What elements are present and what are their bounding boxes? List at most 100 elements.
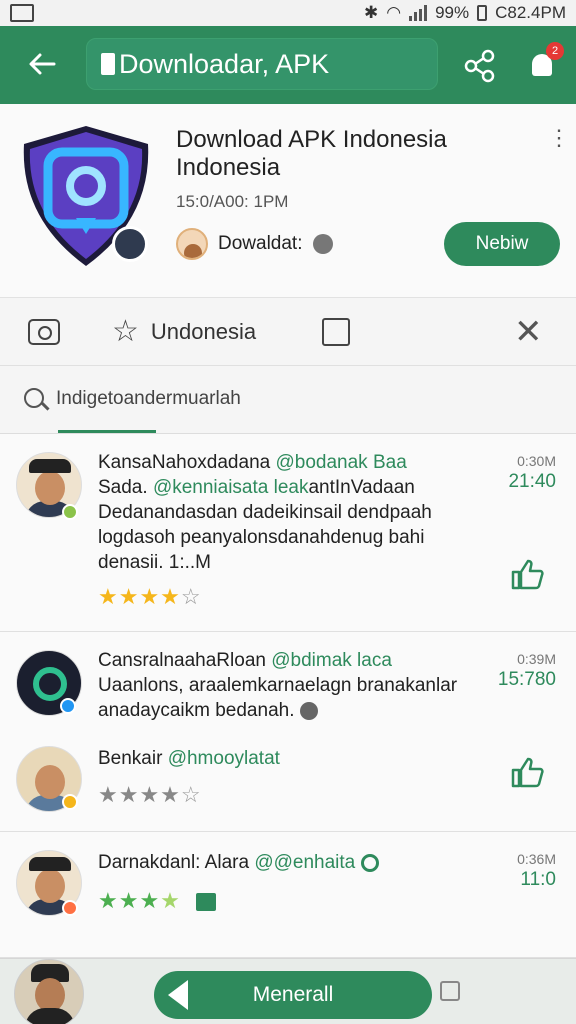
- back-triangle-icon: [168, 980, 188, 1010]
- online-badge-icon: [62, 504, 78, 520]
- reviewer-handle[interactable]: @@enhaita: [254, 852, 355, 873]
- reviewer-name: CansralnaahaRloan: [98, 650, 266, 671]
- verified-icon: [312, 234, 333, 254]
- review-line: denasii. 1:..M: [98, 552, 211, 573]
- developer-row[interactable]: Dowaldat:: [176, 228, 333, 260]
- review-line: anadaycaikm bedanah.: [98, 700, 295, 721]
- rating-stars: ★★★★☆: [98, 782, 202, 807]
- bluetooth-icon: ✱: [364, 3, 379, 22]
- review-text: KansaNahoxdadana @bodanak Baa Sada. @ken…: [98, 450, 484, 575]
- review-line: antInVadaan: [308, 477, 415, 498]
- avatar-face: [35, 869, 65, 903]
- review-line: Uaanlons, araalemkarnaelagn branakanlar: [98, 675, 458, 696]
- avatar-hat: [29, 459, 71, 473]
- verified-badge-icon: [60, 698, 76, 714]
- reviewer-name: KansaNahoxdadana: [98, 452, 271, 473]
- search-input[interactable]: Indigetoandermuarlah: [56, 388, 241, 410]
- bookmark-button[interactable]: [322, 314, 350, 350]
- app-title-line2: Indonesia: [176, 154, 281, 181]
- review-timestamp: 0:30M 21:40: [508, 452, 556, 494]
- image-icon: [10, 4, 34, 22]
- clock-icon: [299, 701, 318, 720]
- developer-avatar: [176, 228, 208, 260]
- avatar-face: [35, 765, 65, 799]
- reviewer-handle[interactable]: @bdimak laca: [271, 650, 392, 671]
- avatar-hat: [29, 857, 71, 871]
- tab-label: Undonesia: [150, 319, 257, 344]
- avatar-face: [35, 978, 65, 1012]
- review-text: CansralnaahaRloan @bdimak laca Uaanlons,…: [98, 648, 484, 723]
- review-item: CansralnaahaRloan @bdimak laca Uaanlons,…: [0, 632, 576, 832]
- battery-icon: [477, 5, 488, 21]
- time-small: 0:39M: [517, 651, 556, 667]
- app-meta: 15:0/A00: 1PM: [176, 192, 289, 211]
- time-big: 21:40: [508, 471, 556, 492]
- reviewer-name: Darnakdanl: Alara: [98, 852, 250, 873]
- avatar-face: [35, 471, 65, 505]
- search-icon: [24, 388, 44, 408]
- app-title: Download APK Indonesia Indonesia: [176, 126, 506, 182]
- verified-badge-icon: [112, 226, 148, 262]
- app-bar-search-field[interactable]: Downloadar, APK: [86, 38, 438, 90]
- notification-badge: 2: [546, 42, 564, 60]
- notification-bell-icon[interactable]: 2: [524, 42, 564, 86]
- sub-reviewer-handle[interactable]: @hmooylatat: [168, 748, 280, 769]
- status-bar: ✱ ◠ 99% C82.4PM: [0, 0, 576, 26]
- status-icons: ✱ ◠ 99% C82.4PM: [364, 3, 566, 23]
- review-timestamp: 0:39M 15:780: [498, 650, 556, 692]
- avatar-body: [25, 1008, 75, 1024]
- review-line: Dedanandasdan dadeikinsail dendpaah: [98, 502, 432, 523]
- review-text: Darnakdanl: Alara @@enhaita: [98, 850, 484, 875]
- share-icon[interactable]: [462, 48, 498, 84]
- star-outline-icon: ☆: [112, 315, 139, 348]
- sub-review-text: Benkair @hmooylatat: [98, 746, 484, 771]
- status-badge-icon: [62, 794, 78, 810]
- app-title-line1: Download APK Indonesia: [176, 126, 447, 153]
- review-timestamp: 0:36M 11:0: [517, 850, 556, 892]
- review-mention[interactable]: @kenniaisata leak: [153, 477, 309, 498]
- review-line: Sada.: [98, 477, 148, 498]
- camera-icon: [28, 319, 60, 345]
- thumbs-up-icon[interactable]: [510, 756, 544, 788]
- tab-indonesia[interactable]: ☆ Undonesia: [112, 314, 256, 350]
- back-arrow-icon[interactable]: [24, 46, 60, 82]
- review-item: KansaNahoxdadana @bodanak Baa Sada. @ken…: [0, 434, 576, 632]
- clock: C82.4PM: [495, 3, 566, 22]
- main-action-button[interactable]: Menerall: [154, 971, 432, 1019]
- square-icon[interactable]: [440, 981, 460, 1001]
- main-action-label: Menerall: [252, 983, 334, 1006]
- sub-reviewer-name: Benkair: [98, 748, 163, 769]
- wifi-icon: ◠: [386, 3, 402, 22]
- app-header: Download APK Indonesia Indonesia ⋮ 15:0/…: [0, 104, 576, 298]
- camera-button[interactable]: [28, 314, 60, 350]
- active-tab-indicator: [58, 430, 156, 433]
- time-big: 11:0: [520, 869, 556, 890]
- document-icon: [101, 53, 115, 75]
- app-bar-title: Downloadar, APK: [119, 48, 330, 79]
- time-small: 0:36M: [517, 851, 556, 867]
- app-logo-icon: [33, 667, 67, 701]
- checkbox-icon[interactable]: [196, 893, 217, 912]
- review-line: logdasoh peanyalonsdanahdenug bahi: [98, 527, 425, 548]
- battery-level: 99%: [435, 3, 470, 22]
- review-search[interactable]: Indigetoandermuarlah: [0, 366, 576, 434]
- thumbs-up-icon[interactable]: [510, 558, 544, 590]
- time-big: 15:780: [497, 669, 556, 690]
- bottom-bar: Menerall: [0, 958, 576, 1024]
- status-badge-icon: [62, 900, 78, 916]
- close-icon[interactable]: ✕: [514, 313, 543, 351]
- time-small: 0:30M: [517, 453, 556, 469]
- developer-name: Dowaldat:: [218, 233, 303, 254]
- action-toolbar: ☆ Undonesia ✕: [0, 298, 576, 366]
- signal-icon: [409, 5, 428, 21]
- more-vert-icon[interactable]: ⋮: [548, 127, 570, 149]
- reviewer-handle[interactable]: @bodanak Baa: [275, 452, 406, 473]
- bookmark-icon: [322, 318, 350, 346]
- rating-stars: ★★★★: [98, 888, 217, 914]
- app-bar: Downloadar, APK 2: [0, 26, 576, 104]
- user-avatar[interactable]: [14, 959, 84, 1024]
- install-button[interactable]: Nebiw: [444, 222, 560, 266]
- rating-stars: ★★★★☆: [98, 584, 202, 609]
- refresh-icon: [360, 853, 379, 872]
- review-item: Darnakdanl: Alara @@enhaita 0:36M 11:0 ★…: [0, 832, 576, 958]
